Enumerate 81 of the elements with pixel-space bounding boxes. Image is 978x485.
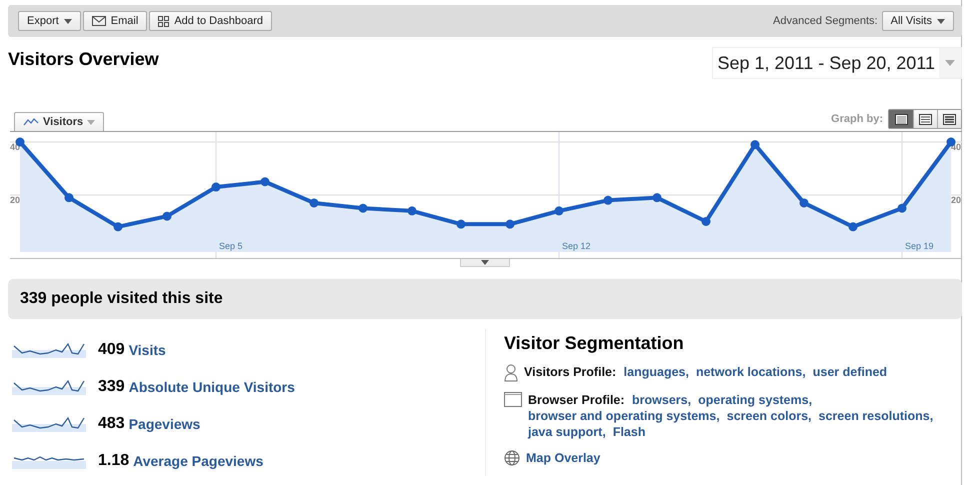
data-point	[554, 206, 564, 216]
profile-link[interactable]: browser and operating systems	[528, 409, 716, 423]
data-point	[358, 204, 368, 213]
segments-dropdown[interactable]: All Visits	[882, 11, 954, 31]
metric-link[interactable]: Pageviews	[128, 416, 200, 432]
segments-label: Advanced Segments:	[773, 15, 878, 27]
data-point	[114, 222, 122, 232]
graph-by-label: Graph by:	[831, 113, 883, 125]
y-axis-label: 20	[950, 195, 961, 205]
profile-link[interactable]: screen colors	[726, 409, 808, 423]
data-point	[604, 196, 612, 205]
comma: ,	[602, 425, 606, 439]
profile-link[interactable]: user defined	[812, 365, 888, 379]
data-point	[64, 193, 74, 202]
metric-tab[interactable]: Visitors	[14, 112, 104, 131]
list-icon	[894, 114, 908, 124]
graph-by-button[interactable]	[937, 110, 961, 128]
metric-value: 409	[98, 341, 125, 359]
x-axis-label: Sep 19	[905, 241, 934, 251]
y-axis-label: 20	[10, 195, 20, 205]
summary-headline: 339 people visited this site	[20, 290, 223, 308]
profile-link[interactable]: Map Overlay	[526, 451, 600, 465]
caret-icon	[481, 260, 489, 265]
profile-label: Visitors Profile:	[524, 365, 616, 379]
envelope-icon	[92, 16, 106, 26]
data-point	[408, 206, 416, 216]
profile-link[interactable]: java support	[528, 425, 602, 439]
expand-handle[interactable]	[460, 259, 510, 267]
data-point	[162, 212, 172, 221]
comma: ,	[802, 365, 806, 379]
caret-icon	[937, 18, 945, 24]
profile-link[interactable]: screen resolutions	[818, 409, 930, 423]
comma: ,	[808, 393, 812, 407]
person-icon	[504, 364, 518, 382]
toolbar-button[interactable]: Export	[18, 11, 81, 31]
metric-value: 483	[98, 415, 125, 433]
profile-link[interactable]: operating systems	[698, 393, 809, 407]
globe-icon	[504, 450, 520, 466]
data-point	[212, 182, 220, 192]
grid-icon	[158, 16, 170, 26]
x-axis-label: Sep 5	[219, 241, 243, 251]
data-point	[506, 220, 514, 229]
data-point	[702, 217, 710, 226]
graph-by-button[interactable]	[889, 110, 913, 128]
comma: ,	[808, 409, 812, 423]
page-title: Visitors Overview	[8, 49, 159, 70]
data-point	[652, 193, 662, 202]
caret-icon	[64, 18, 72, 24]
comma: ,	[716, 409, 720, 423]
comma: ,	[688, 393, 692, 407]
profile-link[interactable]: Flash	[612, 425, 646, 439]
profile-link[interactable]: languages	[624, 365, 686, 379]
metric-value: 1.18	[98, 452, 130, 470]
metric-link[interactable]: Absolute Unique Visitors	[128, 379, 295, 395]
metric-link[interactable]: Average Pageviews	[133, 453, 264, 469]
data-point	[848, 222, 858, 232]
section-title: Visitor Segmentation	[504, 333, 685, 354]
data-point	[456, 220, 466, 229]
data-point	[310, 198, 318, 208]
caret-icon	[945, 60, 955, 66]
profile-link[interactable]: browsers	[632, 393, 688, 407]
date-range-picker[interactable]: Sep 1, 2011 - Sep 20, 2011	[712, 47, 962, 79]
comma: ,	[685, 365, 689, 379]
data-point	[750, 140, 760, 150]
comma: ,	[930, 409, 934, 423]
toolbar-button[interactable]: Add to Dashboard	[149, 11, 272, 31]
caret-icon	[87, 120, 96, 124]
metric-link[interactable]: Visits	[128, 342, 166, 358]
lines-icon	[919, 114, 932, 124]
line-chart-icon	[23, 118, 39, 126]
data-point	[898, 204, 906, 213]
lines-icon	[943, 114, 956, 124]
x-axis-label: Sep 12	[562, 241, 591, 251]
profile-label: Browser Profile:	[528, 393, 625, 407]
metric-value: 339	[98, 378, 125, 396]
graph-by-button[interactable]	[913, 110, 937, 128]
data-point	[260, 177, 270, 186]
toolbar-button[interactable]: Email	[82, 11, 148, 31]
profile-link[interactable]: network locations	[696, 365, 802, 379]
data-point	[800, 198, 808, 208]
window-icon	[504, 392, 522, 407]
